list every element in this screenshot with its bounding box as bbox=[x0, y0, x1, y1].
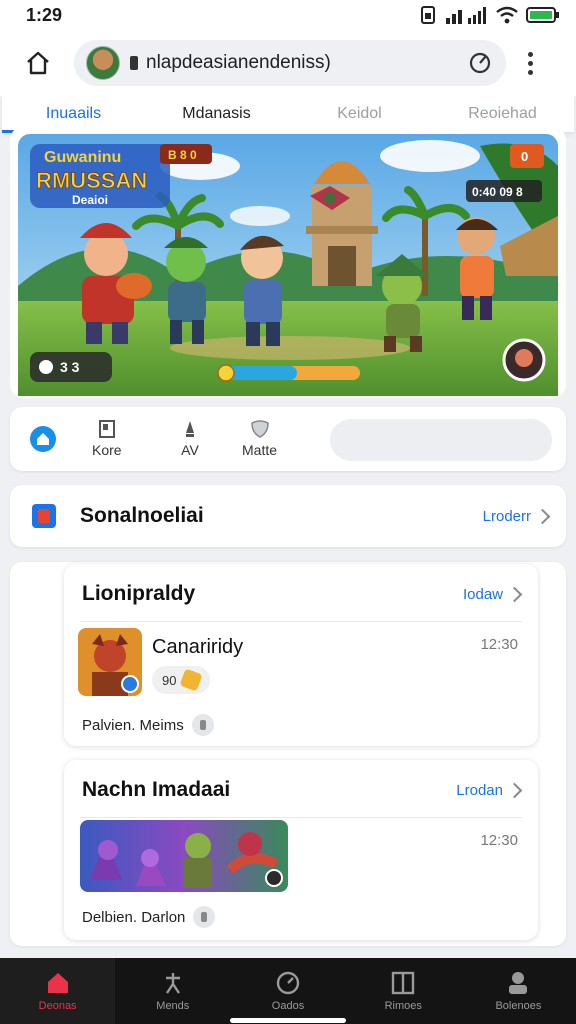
browser-page: 1:29 nlapdeasianendeniss) Inuaails Mdana… bbox=[0, 0, 576, 1024]
home-indicator bbox=[230, 1018, 346, 1023]
tab-label: Keidol bbox=[337, 105, 382, 122]
lock-icon bbox=[130, 56, 138, 70]
quick-action-label: Kore bbox=[92, 442, 122, 458]
pen-icon bbox=[186, 421, 194, 437]
tab-label: Reoiehad bbox=[468, 105, 537, 122]
bottom-navigation: Deonas Mends Oados Rimoes Bolenoes bbox=[0, 958, 576, 1024]
card-link-label: Iodaw bbox=[462, 586, 503, 603]
chevron-right-icon bbox=[506, 782, 523, 799]
status-bar: 1:29 bbox=[0, 0, 576, 30]
hero-banner[interactable]: Guwaninu RMUSSAN Deaioi B 8 0 0:40 09 8 … bbox=[10, 126, 566, 398]
card-title: Nachn Imadaai bbox=[82, 778, 231, 801]
nav-item-3[interactable]: Oados bbox=[230, 958, 345, 1024]
quick-action-label: Matte bbox=[242, 442, 278, 458]
game-logo: Guwaninu RMUSSAN Deaioi bbox=[30, 144, 170, 208]
item-banner-image[interactable] bbox=[80, 820, 288, 892]
section-link-label: Lroderr bbox=[482, 507, 531, 525]
divider bbox=[80, 621, 522, 622]
home-icon[interactable] bbox=[30, 426, 56, 452]
lock-icon[interactable] bbox=[193, 906, 216, 928]
feed-card[interactable]: Lionipraldy Iodaw Canariridy 12:30 90 Pa… bbox=[64, 564, 538, 746]
sim-icon bbox=[421, 6, 435, 24]
nav-label: Mends bbox=[156, 1000, 190, 1012]
site-avatar bbox=[86, 46, 120, 80]
hero-artwork: Guwaninu RMUSSAN Deaioi B 8 0 0:40 09 8 … bbox=[18, 134, 558, 396]
nav-label: Oados bbox=[271, 1000, 305, 1012]
card-title: Lionipraldy bbox=[82, 582, 196, 605]
section-link[interactable]: Lroderr bbox=[482, 507, 551, 525]
quick-action-1[interactable]: Kore bbox=[92, 419, 122, 458]
quick-action-3[interactable]: Matte bbox=[242, 419, 277, 458]
home-button[interactable] bbox=[18, 43, 58, 83]
card-footer: Palvien. Meims bbox=[82, 714, 214, 736]
section-title: Sonalnoeliai bbox=[80, 504, 204, 527]
figure-icon bbox=[165, 973, 180, 994]
logo-line3: Deaioi bbox=[72, 193, 108, 207]
home-icon bbox=[27, 51, 49, 75]
card-footer-text: Delbien. Darlon bbox=[82, 908, 186, 926]
divider bbox=[80, 817, 522, 818]
section-header[interactable]: Sonalnoeliai Lroderr bbox=[10, 485, 566, 547]
battery-icon bbox=[526, 7, 559, 23]
nav-label: Rimoes bbox=[384, 1000, 422, 1012]
tag-badge-icon bbox=[179, 668, 204, 692]
book-icon bbox=[392, 971, 415, 995]
card-footer-text: Palvien. Meims bbox=[82, 716, 184, 734]
shield-icon bbox=[250, 420, 269, 438]
section-icon bbox=[32, 504, 56, 528]
logo-line2: RMUSSAN bbox=[36, 168, 147, 193]
url-text: nlapdeasianendeniss) bbox=[146, 52, 331, 73]
top-badge: B 8 0 bbox=[168, 148, 197, 162]
card-link[interactable]: Lrodan bbox=[456, 782, 523, 799]
browser-toolbar: nlapdeasianendeniss) bbox=[0, 30, 576, 96]
book-icon bbox=[98, 420, 115, 438]
nav-item-5[interactable]: Bolenoes bbox=[461, 958, 576, 1024]
nav-item-2[interactable]: Mends bbox=[115, 958, 230, 1024]
item-time: 12:30 bbox=[480, 832, 518, 849]
clock-icon bbox=[276, 971, 300, 995]
address-bar[interactable]: nlapdeasianendeniss) bbox=[74, 40, 506, 86]
corner-badge: 0 bbox=[521, 149, 528, 164]
signal-icon bbox=[446, 7, 486, 24]
quick-action-2[interactable]: AV bbox=[180, 419, 200, 458]
nav-label: Deonas bbox=[38, 1000, 77, 1012]
item-tag: 90 bbox=[152, 666, 210, 694]
tab-label: Inuaails bbox=[45, 105, 102, 122]
tag-text: 90 bbox=[162, 672, 177, 688]
nav-item-4[interactable]: Rimoes bbox=[346, 958, 461, 1024]
score-badge: 0:40 09 8 bbox=[472, 185, 523, 199]
item-name: Canariridy bbox=[152, 636, 244, 658]
status-icons bbox=[420, 6, 560, 24]
feed-card[interactable]: Nachn Imadaai Lrodan 12:30 Delbien. Darl… bbox=[64, 760, 538, 940]
quick-action-label: AV bbox=[181, 442, 199, 458]
chevron-right-icon bbox=[534, 508, 551, 524]
quick-action-bar: Kore AV Matte bbox=[10, 407, 566, 471]
person-icon bbox=[509, 972, 528, 994]
card-link-label: Lrodan bbox=[456, 782, 503, 799]
home-icon bbox=[47, 973, 68, 993]
card-footer: Delbien. Darlon bbox=[82, 906, 216, 928]
nav-item-1[interactable]: Deonas bbox=[0, 958, 116, 1024]
item-thumbnail[interactable] bbox=[78, 628, 142, 696]
chevron-right-icon bbox=[506, 586, 523, 603]
nav-label: Bolenoes bbox=[495, 1000, 542, 1012]
search-input[interactable] bbox=[330, 419, 552, 461]
more-vert-icon[interactable] bbox=[528, 51, 533, 75]
wifi-icon bbox=[496, 6, 518, 24]
counter-badge: 3 3 bbox=[60, 359, 80, 375]
tab-label: Mdanasis bbox=[182, 105, 251, 122]
card-link[interactable]: Iodaw bbox=[462, 586, 523, 603]
logo-line1: Guwaninu bbox=[44, 149, 121, 166]
refresh-icon[interactable] bbox=[468, 51, 492, 75]
status-time: 1:29 bbox=[26, 4, 63, 25]
lock-icon[interactable] bbox=[191, 714, 214, 736]
item-time: 12:30 bbox=[480, 636, 518, 653]
